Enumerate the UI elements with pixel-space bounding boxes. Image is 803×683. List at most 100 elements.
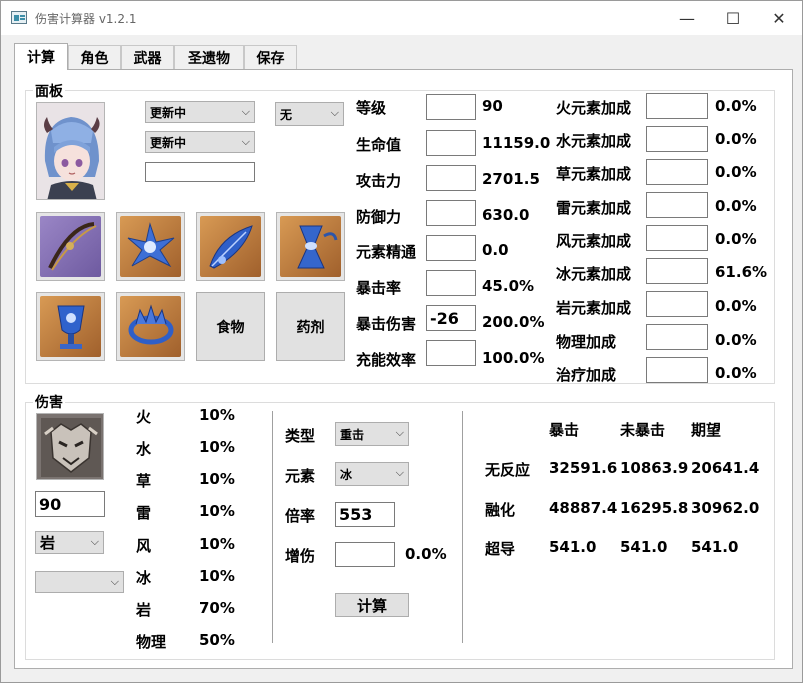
sands-icon xyxy=(297,225,338,269)
tab-save[interactable]: 保存 xyxy=(244,45,297,69)
divider-left xyxy=(272,411,273,643)
tab-artifacts[interactable]: 圣遗物 xyxy=(174,45,244,69)
bonus-input-healing[interactable] xyxy=(646,357,708,383)
chevron-down-icon: ⌵ xyxy=(395,466,404,479)
bonus-input-dendro[interactable] xyxy=(646,159,708,185)
damage-bonus-input[interactable] xyxy=(335,542,395,567)
stat-value-def: 630.0 xyxy=(482,206,530,224)
character-portrait[interactable] xyxy=(36,102,105,200)
weapon-select-1[interactable]: 更新中 ⌵ xyxy=(145,101,255,123)
circlet-icon xyxy=(128,304,174,345)
result-cell: 541.0 xyxy=(691,538,739,556)
attack-element-select[interactable]: 冰 ⌵ xyxy=(335,462,409,486)
result-cell: 48887.4 xyxy=(549,499,618,517)
weapon-slot[interactable] xyxy=(36,212,105,281)
tab-weapon[interactable]: 武器 xyxy=(121,45,174,69)
bonus-label-hydro: 水元素加成 xyxy=(556,132,632,150)
enemy-select[interactable]: ⌵ xyxy=(35,571,124,593)
buff-select[interactable]: 无 ⌵ xyxy=(275,102,344,126)
multiplier-label: 倍率 xyxy=(285,507,316,525)
stat-value-level: 90 xyxy=(482,97,503,115)
bonus-value-anemo: 0.0% xyxy=(715,230,757,248)
maximize-button[interactable]: ☐ xyxy=(710,1,756,35)
stat-input-crit-dmg[interactable]: -26 xyxy=(426,305,476,331)
attack-type-label: 类型 xyxy=(285,427,316,445)
stat-input-em[interactable] xyxy=(426,235,476,261)
artifact-flower-slot[interactable] xyxy=(116,212,185,281)
weapon-select-2[interactable]: 更新中 ⌵ xyxy=(145,131,255,153)
stat-input-atk[interactable] xyxy=(426,165,476,191)
bonus-label-dendro: 草元素加成 xyxy=(556,165,632,183)
weapon-select-1-value: 更新中 xyxy=(150,105,187,120)
chevron-down-icon: ⌵ xyxy=(241,105,250,118)
stat-value-energy-recharge: 100.0% xyxy=(482,349,545,367)
result-row-label: 无反应 xyxy=(485,461,531,479)
bonus-input-physical[interactable] xyxy=(646,324,708,350)
res-label-anemo: 风 xyxy=(136,537,152,555)
stat-input-level[interactable] xyxy=(426,94,476,120)
stat-label-crit-dmg: 暴击伤害 xyxy=(356,315,417,333)
chevron-down-icon: ⌵ xyxy=(241,135,250,148)
calculate-button[interactable]: 计算 xyxy=(335,593,409,617)
result-header-non-crit: 未暴击 xyxy=(620,421,666,439)
attack-type-select[interactable]: 重击 ⌵ xyxy=(335,422,409,446)
damage-group-title: 伤害 xyxy=(33,392,65,412)
artifact-goblet-slot[interactable] xyxy=(36,292,105,361)
chevron-down-icon: ⌵ xyxy=(330,106,339,119)
bonus-input-geo[interactable] xyxy=(646,291,708,317)
tab-calculate[interactable]: 计算 xyxy=(14,43,68,70)
enemy-element-value: 岩 xyxy=(40,534,56,552)
tab-character[interactable]: 角色 xyxy=(68,45,121,69)
artifact-feather-slot[interactable] xyxy=(196,212,265,281)
enemy-level-input[interactable]: 90 xyxy=(35,491,105,517)
bonus-input-hydro[interactable] xyxy=(646,126,708,152)
goblet-icon xyxy=(57,305,85,349)
stat-input-energy-recharge[interactable] xyxy=(426,340,476,366)
res-label-cryo: 冰 xyxy=(136,569,152,587)
result-cell: 10863.9 xyxy=(620,459,689,477)
app-icon xyxy=(11,11,27,24)
attack-element-value: 冰 xyxy=(340,467,353,482)
food-button[interactable]: 食物 xyxy=(196,292,265,361)
multiplier-input[interactable]: 553 xyxy=(335,502,395,527)
bow-icon xyxy=(48,222,97,271)
res-value-pyro: 10% xyxy=(199,406,235,424)
result-cell: 32591.6 xyxy=(549,459,618,477)
panel-text-input[interactable] xyxy=(145,162,255,182)
result-header-crit: 暴击 xyxy=(549,421,580,439)
enemy-icon xyxy=(37,414,103,479)
res-label-hydro: 水 xyxy=(136,440,152,458)
res-label-geo: 岩 xyxy=(136,601,152,619)
bonus-input-electro[interactable] xyxy=(646,192,708,218)
window-title: 伤害计算器 v1.2.1 xyxy=(35,12,137,26)
enemy-element-select[interactable]: 岩 ⌵ xyxy=(35,531,104,554)
damage-bonus-label: 增伤 xyxy=(285,547,316,565)
bonus-value-hydro: 0.0% xyxy=(715,130,757,148)
stat-input-def[interactable] xyxy=(426,200,476,226)
result-cell: 541.0 xyxy=(549,538,597,556)
enemy-portrait[interactable] xyxy=(36,413,104,480)
bonus-input-anemo[interactable] xyxy=(646,225,708,251)
stat-input-crit-rate[interactable] xyxy=(426,270,476,296)
feather-icon xyxy=(209,225,253,269)
res-value-dendro: 10% xyxy=(199,470,235,488)
weapon-select-2-value: 更新中 xyxy=(150,135,187,150)
bonus-label-geo: 岩元素加成 xyxy=(556,299,632,317)
res-value-physical: 50% xyxy=(199,631,235,649)
res-value-hydro: 10% xyxy=(199,438,235,456)
bonus-label-pyro: 火元素加成 xyxy=(556,99,632,117)
bonus-label-physical: 物理加成 xyxy=(556,333,617,351)
artifact-circlet-slot[interactable] xyxy=(116,292,185,361)
flower-icon xyxy=(127,222,175,268)
artifact-sands-slot[interactable] xyxy=(276,212,345,281)
result-header-expected: 期望 xyxy=(691,421,722,439)
potion-button[interactable]: 药剂 xyxy=(276,292,345,361)
bonus-input-cryo[interactable] xyxy=(646,258,708,284)
stat-input-hp[interactable] xyxy=(426,130,476,156)
panel-group-title: 面板 xyxy=(33,81,65,101)
stat-value-crit-dmg: 200.0% xyxy=(482,313,545,331)
close-button[interactable]: ✕ xyxy=(756,1,802,35)
bonus-input-pyro[interactable] xyxy=(646,93,708,119)
minimize-button[interactable]: — xyxy=(664,1,710,35)
attack-element-label: 元素 xyxy=(285,467,316,485)
